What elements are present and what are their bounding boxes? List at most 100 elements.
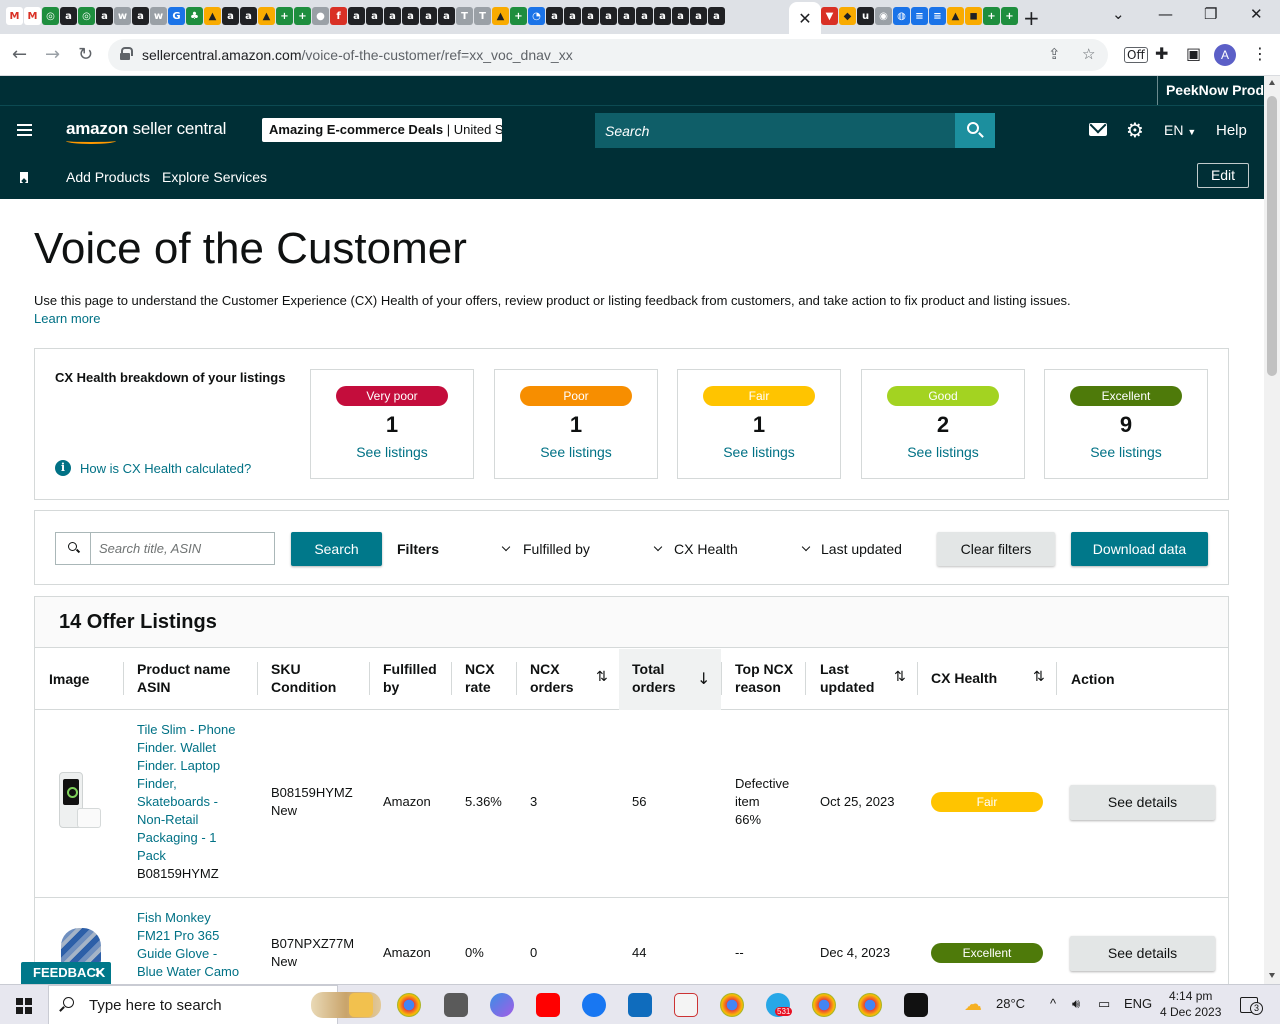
- tab-icon[interactable]: ◍: [893, 7, 910, 25]
- chrome-icon[interactable]: [812, 993, 836, 1017]
- back-icon[interactable]: ←: [12, 44, 27, 65]
- see-details-button[interactable]: See details: [1070, 785, 1215, 820]
- see-listings-link[interactable]: See listings: [862, 444, 1024, 460]
- col-cx-health[interactable]: CX Health: [931, 669, 997, 687]
- amazon-tab-icon[interactable]: a: [384, 7, 401, 25]
- side-panel-icon[interactable]: ▣: [1186, 44, 1201, 63]
- see-listings-link[interactable]: See listings: [311, 444, 473, 460]
- gmail-tab-icon[interactable]: M: [6, 7, 23, 25]
- fedex-tab-icon[interactable]: f: [330, 7, 347, 25]
- snipping-icon[interactable]: [674, 993, 698, 1017]
- forms-tab-icon[interactable]: ≡: [929, 7, 946, 25]
- bookmark-star-icon[interactable]: ☆: [1082, 45, 1095, 63]
- lock-icon[interactable]: [120, 47, 133, 60]
- product-name-line[interactable]: Non-Retail: [137, 811, 247, 829]
- sheets-tab-icon[interactable]: +: [983, 7, 1000, 25]
- seller-central-logo[interactable]: amazon seller central: [66, 119, 226, 144]
- scroll-down-icon[interactable]: [1269, 973, 1275, 978]
- tab-icon[interactable]: ▼: [821, 7, 838, 25]
- product-name-line[interactable]: Guide Glove -: [137, 945, 255, 963]
- chevron-down-icon[interactable]: [653, 542, 663, 552]
- gear-icon[interactable]: ⚙: [1126, 118, 1144, 142]
- product-name-link[interactable]: Fish Monkey FM21 Pro 365 Guide Glove - Blue…: [137, 909, 255, 995]
- sort-icon[interactable]: ⇅: [596, 669, 608, 685]
- sort-descending-icon[interactable]: ↓: [697, 669, 710, 688]
- last-updated-dropdown[interactable]: Last updated: [821, 541, 902, 557]
- amazon-tab-icon[interactable]: a: [582, 7, 599, 25]
- product-name-line[interactable]: Finder. Wallet: [137, 739, 247, 757]
- see-details-button[interactable]: See details: [1070, 936, 1215, 971]
- url-text[interactable]: sellercentral.amazon.com/voice-of-the-cu…: [142, 47, 573, 63]
- drive-tab-icon[interactable]: ▲: [204, 7, 221, 25]
- facebook-icon[interactable]: [582, 993, 606, 1017]
- col-ncx-orders[interactable]: NCX orders: [530, 660, 574, 696]
- see-listings-link[interactable]: See listings: [1045, 444, 1207, 460]
- close-window-icon[interactable]: ✕: [1250, 5, 1263, 23]
- google-tab-icon[interactable]: G: [168, 7, 185, 25]
- chevron-down-icon[interactable]: [501, 542, 511, 552]
- product-name-link[interactable]: Tile Slim - Phone Finder. Wallet Finder. L…: [137, 721, 247, 865]
- product-name-line[interactable]: Finder. Laptop: [137, 757, 247, 775]
- product-image[interactable]: [57, 772, 103, 830]
- taskbar-search[interactable]: Type here to search: [48, 985, 381, 1024]
- tab-icon[interactable]: ◎: [78, 7, 95, 25]
- amazon-tab-icon[interactable]: a: [348, 7, 365, 25]
- global-search-input[interactable]: Search: [595, 113, 955, 148]
- account-switcher[interactable]: PeekNow Prod: [1156, 76, 1264, 105]
- sheets-tab-icon[interactable]: +: [276, 7, 293, 25]
- drive-tab-icon[interactable]: ▲: [492, 7, 509, 25]
- product-name-line[interactable]: Skateboards -: [137, 793, 247, 811]
- tab-icon[interactable]: ◆: [839, 7, 856, 25]
- amazon-tab-icon[interactable]: a: [402, 7, 419, 25]
- scrollbar-thumb[interactable]: [1267, 96, 1277, 376]
- tab-icon[interactable]: ♣: [186, 7, 203, 25]
- cx-health-info-link[interactable]: i How is CX Health calculated?: [55, 460, 251, 476]
- calculator-icon[interactable]: [444, 993, 468, 1017]
- store-selector[interactable]: Amazing E-commerce Deals | United States: [262, 118, 502, 142]
- tab-icon[interactable]: ◎: [42, 7, 59, 25]
- tab-icon[interactable]: ●: [312, 7, 329, 25]
- amazon-tab-icon[interactable]: a: [564, 7, 581, 25]
- tray-chevron-icon[interactable]: ^: [1050, 996, 1056, 1011]
- amazon-tab-icon[interactable]: a: [366, 7, 383, 25]
- tab-search-icon[interactable]: ⌄: [1112, 5, 1125, 23]
- amazon-tab-icon[interactable]: a: [618, 7, 635, 25]
- listing-search-field[interactable]: Search title, ASIN: [55, 532, 275, 565]
- amazon-tab-icon[interactable]: a: [420, 7, 437, 25]
- restore-icon[interactable]: ❐: [1204, 5, 1217, 23]
- chrome-icon[interactable]: [858, 993, 882, 1017]
- sheets-tab-icon[interactable]: +: [510, 7, 527, 25]
- amazon-tab-icon[interactable]: a: [132, 7, 149, 25]
- learn-more-link[interactable]: Learn more: [34, 311, 100, 326]
- product-name-line[interactable]: FM21 Pro 365: [137, 927, 255, 945]
- product-name-line[interactable]: Finder,: [137, 775, 247, 793]
- tab-icon[interactable]: T: [474, 7, 491, 25]
- close-icon[interactable]: ✕: [94, 962, 105, 984]
- mail-icon[interactable]: [1089, 123, 1107, 136]
- drive-tab-icon[interactable]: ▲: [258, 7, 275, 25]
- col-total-orders[interactable]: Total orders: [632, 660, 676, 696]
- file-explorer-icon[interactable]: [349, 993, 373, 1017]
- extensions-puzzle-icon[interactable]: ✚: [1155, 44, 1168, 63]
- amazon-tab-icon[interactable]: a: [60, 7, 77, 25]
- help-link[interactable]: Help: [1216, 122, 1247, 139]
- youtube-icon[interactable]: [536, 993, 560, 1017]
- amazon-tab-icon[interactable]: a: [636, 7, 653, 25]
- drive-tab-icon[interactable]: ▲: [947, 7, 964, 25]
- scroll-up-icon[interactable]: [1269, 80, 1275, 85]
- fulfilled-by-dropdown[interactable]: Fulfilled by: [523, 541, 590, 557]
- extension-off-icon[interactable]: Off: [1124, 47, 1148, 63]
- chevron-down-icon[interactable]: [801, 542, 811, 552]
- feedback-button[interactable]: FEEDBACK ✕: [21, 962, 111, 984]
- store-icon[interactable]: [628, 993, 652, 1017]
- product-name-line[interactable]: Tile Slim - Phone: [137, 721, 247, 739]
- network-icon[interactable]: ▭: [1098, 996, 1110, 1012]
- clear-filters-button[interactable]: Clear filters: [937, 532, 1055, 566]
- weather-icon[interactable]: ☁: [964, 994, 982, 1015]
- amazon-tab-icon[interactable]: a: [240, 7, 257, 25]
- share-icon[interactable]: ⇪: [1048, 45, 1061, 63]
- product-name-line[interactable]: Packaging - 1: [137, 829, 247, 847]
- active-tab-close-button[interactable]: ✕: [789, 2, 821, 34]
- omnibox[interactable]: sellercentral.amazon.com/voice-of-the-cu…: [108, 39, 1108, 71]
- chrome-icon[interactable]: [397, 993, 421, 1017]
